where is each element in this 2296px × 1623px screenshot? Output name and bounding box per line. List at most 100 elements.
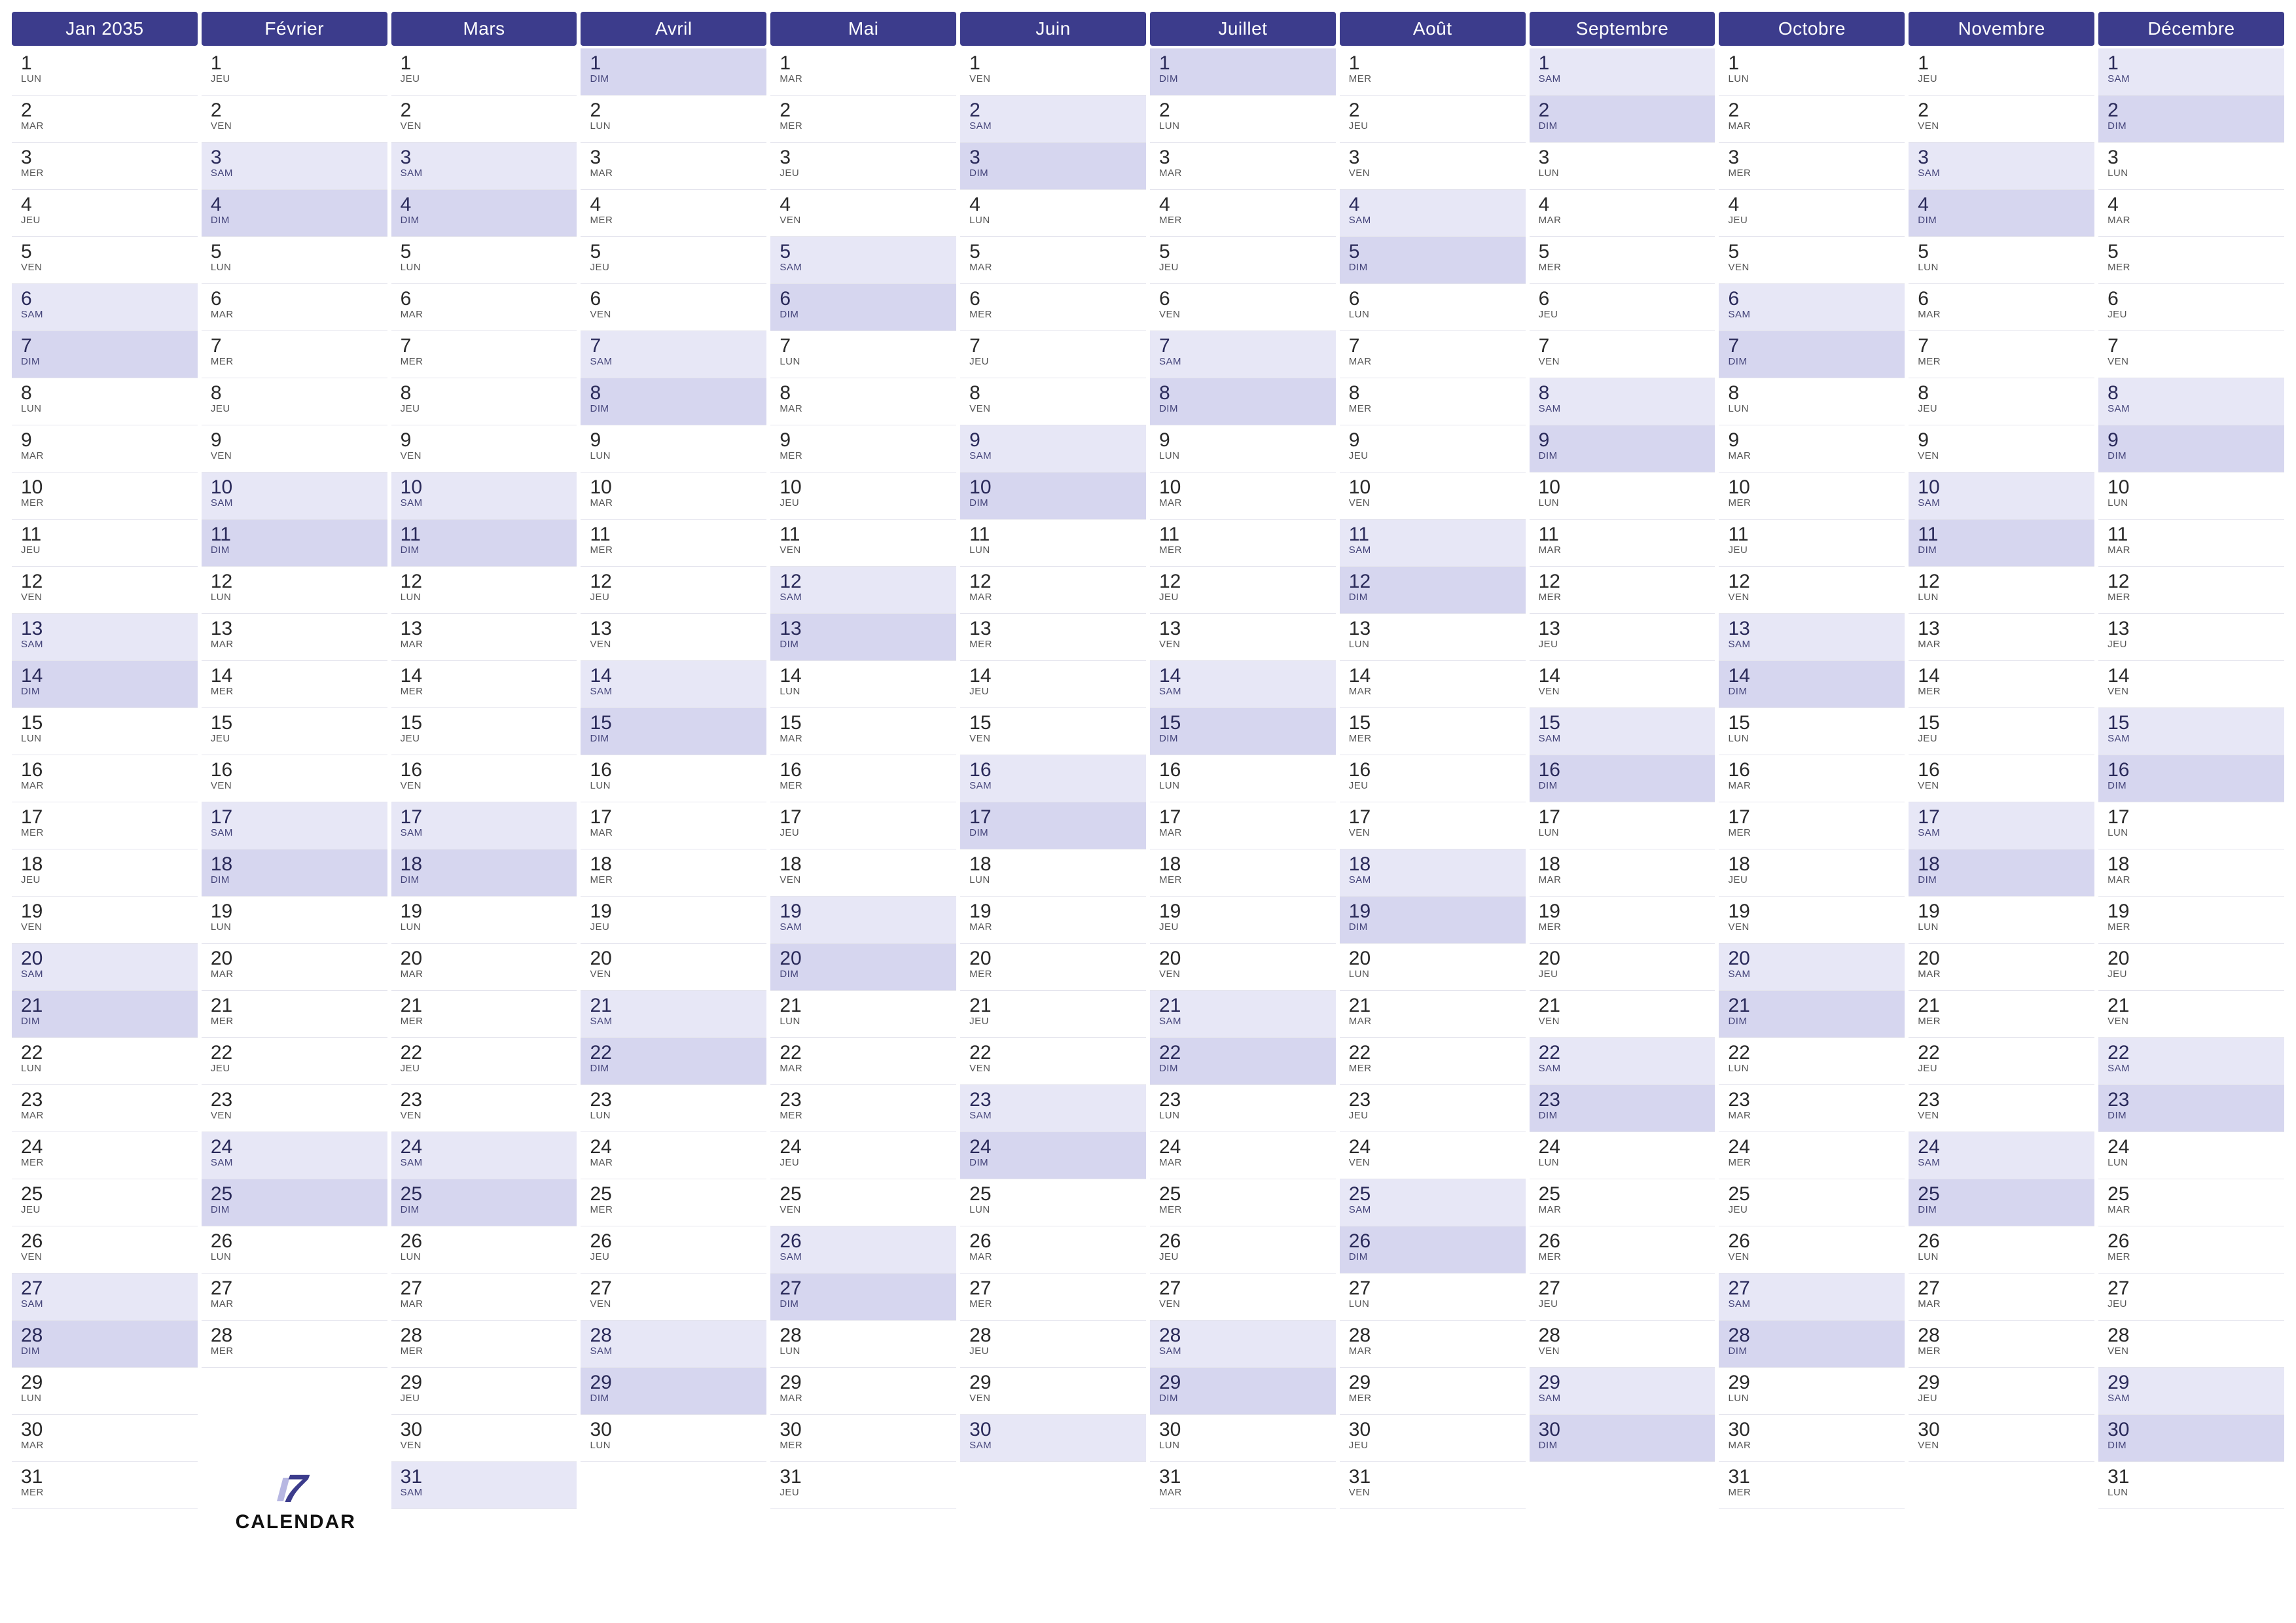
day-number: 21 bbox=[1349, 995, 1519, 1016]
month-days: 1VEN2SAM3DIM4LUN5MAR6MER7JEU8VEN9SAM10DI… bbox=[960, 48, 1146, 1611]
day-number: 23 bbox=[1539, 1089, 1709, 1111]
day-of-week-abbr: SAM bbox=[1539, 403, 1709, 414]
day-cell: 9DIM bbox=[2098, 425, 2284, 473]
month-days: 1MER2JEU3VEN4SAM5DIM6LUN7MAR8MER9JEU10VE… bbox=[1340, 48, 1526, 1611]
day-cell: 23MAR bbox=[12, 1085, 198, 1132]
day-of-week-abbr: MAR bbox=[1349, 1016, 1519, 1027]
day-cell: 19LUN bbox=[202, 897, 387, 944]
day-number: 26 bbox=[1539, 1230, 1709, 1252]
day-number: 19 bbox=[969, 901, 1139, 922]
day-number: 16 bbox=[780, 759, 950, 781]
day-cell: 26VEN bbox=[1719, 1226, 1905, 1274]
day-cell: 13DIM bbox=[770, 614, 956, 661]
day-number: 20 bbox=[1918, 948, 2088, 969]
day-of-week-abbr: MER bbox=[1539, 592, 1709, 603]
day-of-week-abbr: SAM bbox=[2108, 1393, 2278, 1404]
day-of-week-abbr: DIM bbox=[1918, 874, 2088, 885]
day-of-week-abbr: VEN bbox=[1349, 168, 1519, 179]
day-of-week-abbr: SAM bbox=[211, 168, 381, 179]
day-of-week-abbr: MER bbox=[590, 215, 760, 226]
day-cell: 8JEU bbox=[391, 378, 577, 425]
day-number: 8 bbox=[2108, 382, 2278, 404]
day-of-week-abbr: VEN bbox=[969, 1063, 1139, 1074]
day-number: 14 bbox=[401, 665, 571, 687]
day-cell: 27JEU bbox=[1530, 1274, 1715, 1321]
empty-cell bbox=[1530, 1462, 1715, 1509]
day-of-week-abbr: JEU bbox=[590, 921, 760, 933]
brand-logo: 7CALENDAR bbox=[202, 1462, 387, 1536]
day-of-week-abbr: LUN bbox=[2108, 168, 2278, 179]
day-cell: 6JEU bbox=[1530, 284, 1715, 331]
day-of-week-abbr: JEU bbox=[590, 262, 760, 273]
day-number: 14 bbox=[21, 665, 191, 687]
day-cell: 30DIM bbox=[2098, 1415, 2284, 1462]
day-cell: 2LUN bbox=[581, 96, 766, 143]
day-of-week-abbr: MAR bbox=[780, 1393, 950, 1404]
day-cell: 21VEN bbox=[1530, 991, 1715, 1038]
day-cell: 1DIM bbox=[581, 48, 766, 96]
day-cell: 19MAR bbox=[960, 897, 1146, 944]
day-number: 29 bbox=[21, 1372, 191, 1393]
day-cell: 22DIM bbox=[581, 1038, 766, 1085]
day-of-week-abbr: VEN bbox=[1349, 1487, 1519, 1498]
day-of-week-abbr: VEN bbox=[1349, 497, 1519, 508]
day-cell: 22SAM bbox=[1530, 1038, 1715, 1085]
month-days: 1LUN2MAR3MER4JEU5VEN6SAM7DIM8LUN9MAR10ME… bbox=[12, 48, 198, 1611]
day-cell: 1MAR bbox=[770, 48, 956, 96]
day-cell: 27VEN bbox=[581, 1274, 766, 1321]
month-header: Septembre bbox=[1530, 12, 1715, 46]
day-cell: 30VEN bbox=[1909, 1415, 2094, 1462]
day-cell: 8VEN bbox=[960, 378, 1146, 425]
day-number: 24 bbox=[2108, 1136, 2278, 1158]
day-of-week-abbr: MER bbox=[211, 686, 381, 697]
day-of-week-abbr: VEN bbox=[969, 73, 1139, 84]
day-cell: 11VEN bbox=[770, 520, 956, 567]
day-cell: 11LUN bbox=[960, 520, 1146, 567]
day-number: 28 bbox=[401, 1325, 571, 1346]
day-of-week-abbr: JEU bbox=[401, 733, 571, 744]
day-number: 29 bbox=[1728, 1372, 1898, 1393]
month-header: Décembre bbox=[2098, 12, 2284, 46]
day-of-week-abbr: JEU bbox=[1349, 780, 1519, 791]
day-of-week-abbr: MER bbox=[1728, 1487, 1898, 1498]
day-cell: 15LUN bbox=[1719, 708, 1905, 755]
day-of-week-abbr: VEN bbox=[780, 1204, 950, 1215]
day-cell: 22JEU bbox=[202, 1038, 387, 1085]
month-column: Septembre1SAM2DIM3LUN4MAR5MER6JEU7VEN8SA… bbox=[1530, 12, 1715, 1611]
day-cell: 6JEU bbox=[2098, 284, 2284, 331]
day-number: 17 bbox=[2108, 806, 2278, 828]
day-of-week-abbr: SAM bbox=[590, 356, 760, 367]
empty-cell bbox=[581, 1462, 766, 1509]
day-cell: 9LUN bbox=[581, 425, 766, 473]
day-cell: 30LUN bbox=[581, 1415, 766, 1462]
day-number: 23 bbox=[211, 1089, 381, 1111]
day-of-week-abbr: MAR bbox=[211, 969, 381, 980]
day-of-week-abbr: MAR bbox=[2108, 544, 2278, 556]
day-cell: 4JEU bbox=[1719, 190, 1905, 237]
day-of-week-abbr: MER bbox=[1539, 1251, 1709, 1262]
day-cell: 23MER bbox=[770, 1085, 956, 1132]
day-of-week-abbr: LUN bbox=[590, 120, 760, 132]
day-of-week-abbr: SAM bbox=[969, 1110, 1139, 1121]
day-cell: 25MER bbox=[581, 1179, 766, 1226]
day-number: 20 bbox=[21, 948, 191, 969]
day-of-week-abbr: VEN bbox=[1918, 1440, 2088, 1451]
day-number: 24 bbox=[780, 1136, 950, 1158]
day-of-week-abbr: MER bbox=[2108, 1251, 2278, 1262]
day-cell: 3SAM bbox=[1909, 143, 2094, 190]
day-of-week-abbr: MAR bbox=[1539, 874, 1709, 885]
day-number: 25 bbox=[590, 1183, 760, 1205]
day-cell: 26LUN bbox=[391, 1226, 577, 1274]
day-of-week-abbr: MER bbox=[401, 356, 571, 367]
day-number: 20 bbox=[1159, 948, 1329, 969]
day-number: 2 bbox=[1349, 99, 1519, 121]
day-cell: 12MAR bbox=[960, 567, 1146, 614]
day-number: 12 bbox=[969, 571, 1139, 592]
day-of-week-abbr: SAM bbox=[969, 120, 1139, 132]
day-cell: 19SAM bbox=[770, 897, 956, 944]
day-cell: 21SAM bbox=[581, 991, 766, 1038]
day-number: 15 bbox=[1159, 712, 1329, 734]
day-number: 4 bbox=[1349, 194, 1519, 215]
day-of-week-abbr: MER bbox=[1159, 544, 1329, 556]
day-number: 3 bbox=[401, 147, 571, 168]
